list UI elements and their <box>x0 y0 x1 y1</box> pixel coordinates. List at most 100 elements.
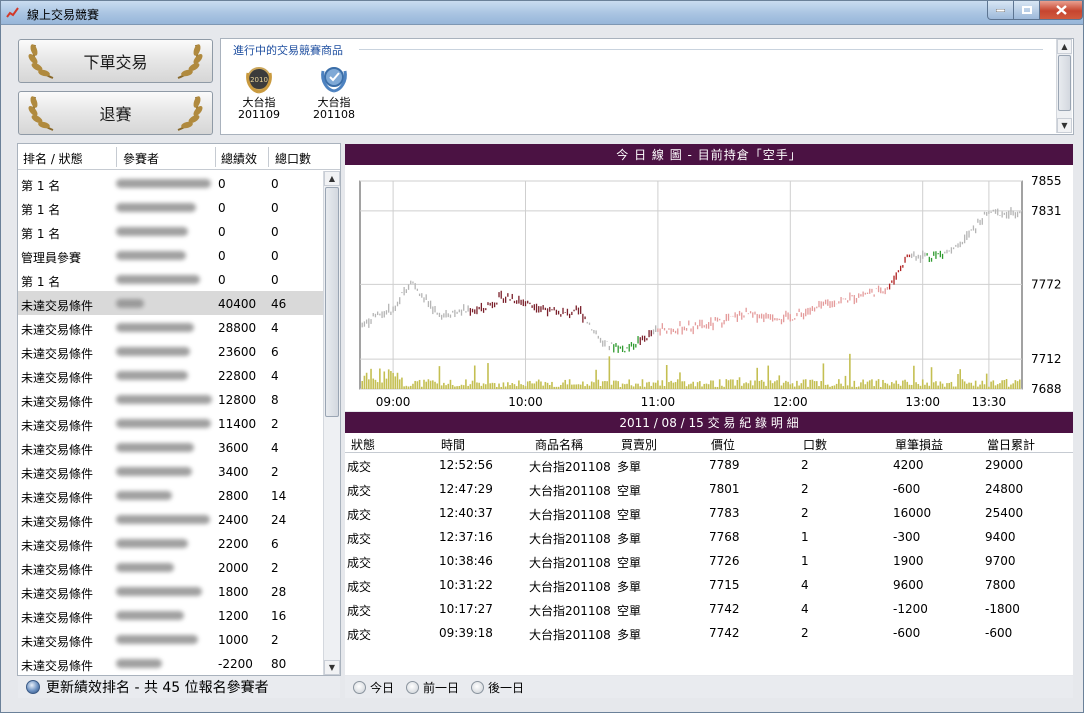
ranking-row[interactable]: 未達交易條件 -2200 80 <box>18 651 323 675</box>
rank-performance: 11400 <box>218 417 257 431</box>
radio-circle-icon <box>406 680 420 694</box>
column-separator[interactable] <box>268 147 269 167</box>
redacted-player-name <box>116 371 188 380</box>
trade-lots: 2 <box>801 482 809 496</box>
quit-contest-button[interactable]: 退賽 <box>18 91 213 135</box>
scroll-thumb[interactable] <box>1058 55 1071 111</box>
trade-cumulative: 29000 <box>985 458 1024 472</box>
header-rank[interactable]: 排名 / 狀態 <box>23 150 83 167</box>
redacted-player-name <box>116 587 202 596</box>
ranking-row[interactable]: 未達交易條件 40400 46 <box>18 291 323 315</box>
rank-lots: 0 <box>271 225 279 239</box>
ranking-scrollbar[interactable]: ▲ ▼ <box>323 171 340 675</box>
redacted-player-name <box>116 395 212 404</box>
product-code: 201108 <box>313 108 355 121</box>
trade-pnl: -600 <box>893 626 921 640</box>
ranking-row[interactable]: 管理員參賽 0 0 <box>18 243 323 267</box>
column-separator[interactable] <box>116 147 117 167</box>
header-lots[interactable]: 口數 <box>803 436 827 453</box>
rank-performance: 12800 <box>218 393 257 407</box>
header-pnl[interactable]: 單筆損益 <box>895 436 943 453</box>
ranking-row[interactable]: 第 1 名 0 0 <box>18 195 323 219</box>
ranking-row[interactable]: 未達交易條件 2000 2 <box>18 555 323 579</box>
trade-row[interactable]: 成交 09:39:18 大台指201108 多單 7742 2 -600 -600 <box>345 621 1073 645</box>
header-player[interactable]: 參賽者 <box>123 150 159 167</box>
trade-row[interactable]: 成交 12:40:37 大台指201108 空單 7783 2 16000 25400 <box>345 501 1073 525</box>
trade-row[interactable]: 成交 10:17:27 大台指201108 空單 7742 4 -1200 -1800 <box>345 597 1073 621</box>
trade-status: 成交 <box>347 580 372 594</box>
trade-pnl: 9600 <box>893 578 924 592</box>
window-title: 線上交易競賽 <box>27 8 100 22</box>
ranking-row[interactable]: 未達交易條件 1800 28 <box>18 579 323 603</box>
scroll-up-arrow[interactable]: ▲ <box>324 171 340 186</box>
ranking-row[interactable]: 第 1 名 0 0 <box>18 171 323 195</box>
rank-performance: 2000 <box>218 561 249 575</box>
redacted-player-name <box>116 563 174 572</box>
ranking-row[interactable]: 未達交易條件 28800 4 <box>18 315 323 339</box>
ranking-row[interactable]: 未達交易條件 11400 2 <box>18 411 323 435</box>
title-bar[interactable]: 線上交易競賽 <box>1 1 1083 25</box>
place-order-label: 下單交易 <box>83 53 148 72</box>
scroll-down-arrow[interactable]: ▼ <box>324 660 340 675</box>
redacted-player-name <box>116 203 196 212</box>
rank-lots: 8 <box>271 393 279 407</box>
trade-row[interactable]: 成交 12:37:16 大台指201108 多單 7768 1 -300 9400 <box>345 525 1073 549</box>
rank-status: 未達交易條件 <box>21 347 94 361</box>
scroll-thumb[interactable] <box>325 187 339 417</box>
rank-performance: 0 <box>218 225 226 239</box>
trade-product: 大台指201108 <box>529 604 611 618</box>
rank-lots: 2 <box>271 465 279 479</box>
header-performance[interactable]: 總績效 <box>221 150 257 167</box>
rank-status: 未達交易條件 <box>21 395 94 409</box>
rank-performance: 0 <box>218 177 226 191</box>
ranking-row[interactable]: 未達交易條件 2800 14 <box>18 483 323 507</box>
radio-prev-day[interactable]: 前一日 <box>406 679 459 696</box>
ranking-row[interactable]: 第 1 名 0 0 <box>18 267 323 291</box>
trade-side: 多單 <box>617 628 642 642</box>
ranking-row[interactable]: 未達交易條件 23600 6 <box>18 339 323 363</box>
header-cumulative[interactable]: 當日累計 <box>987 436 1035 453</box>
column-separator[interactable] <box>215 147 216 167</box>
scroll-down-arrow[interactable]: ▼ <box>1057 118 1072 133</box>
close-button[interactable] <box>1039 1 1083 20</box>
trade-time: 10:17:27 <box>439 602 493 616</box>
trade-row[interactable]: 成交 10:38:46 大台指201108 空單 7726 1 1900 9700 <box>345 549 1073 573</box>
header-lots[interactable]: 總口數 <box>275 150 311 167</box>
rank-lots: 2 <box>271 417 279 431</box>
radio-next-day[interactable]: 後一日 <box>471 679 524 696</box>
place-order-button[interactable]: 下單交易 <box>18 39 213 83</box>
ranking-row[interactable]: 未達交易條件 1000 2 <box>18 627 323 651</box>
header-product[interactable]: 商品名稱 <box>535 436 583 453</box>
minimize-button[interactable] <box>987 1 1014 20</box>
rank-status: 未達交易條件 <box>21 587 94 601</box>
scroll-up-arrow[interactable]: ▲ <box>1057 39 1072 54</box>
trade-row[interactable]: 成交 10:31:22 大台指201108 多單 7715 4 9600 7800 <box>345 573 1073 597</box>
products-scrollbar[interactable]: ▲ ▼ <box>1056 39 1072 133</box>
trade-row[interactable]: 成交 12:47:29 大台指201108 空單 7801 2 -600 24800 <box>345 477 1073 501</box>
radio-today[interactable]: 今日 <box>353 679 394 696</box>
refresh-ranking-bar[interactable]: 更新績效排名 - 共 45 位報名參賽者 <box>18 676 340 698</box>
ranking-row[interactable]: 未達交易條件 1200 16 <box>18 603 323 627</box>
ranking-row[interactable]: 第 1 名 0 0 <box>18 219 323 243</box>
product-item-201109[interactable]: 2010 大台指 201109 <box>235 63 283 121</box>
trade-price: 7768 <box>709 530 740 544</box>
trade-side: 空單 <box>617 556 642 570</box>
header-side[interactable]: 買賣別 <box>621 436 657 453</box>
header-price[interactable]: 價位 <box>711 436 735 453</box>
ranking-row[interactable]: 未達交易條件 2200 6 <box>18 531 323 555</box>
trade-row[interactable]: 成交 12:52:56 大台指201108 多單 7789 2 4200 29000 <box>345 453 1073 477</box>
rank-performance: 22800 <box>218 369 257 383</box>
redacted-player-name <box>116 611 184 620</box>
ranking-row[interactable]: 未達交易條件 22800 4 <box>18 363 323 387</box>
header-time[interactable]: 時間 <box>441 436 465 453</box>
ranking-row[interactable]: 未達交易條件 3400 2 <box>18 459 323 483</box>
ranking-row[interactable]: 未達交易條件 12800 8 <box>18 387 323 411</box>
x-tick-label: 13:30 <box>972 395 1007 409</box>
ranking-row[interactable]: 未達交易條件 3600 4 <box>18 435 323 459</box>
product-item-201108[interactable]: 大台指 201108 <box>310 63 358 121</box>
trade-pnl: 16000 <box>893 506 932 520</box>
ranking-row[interactable]: 未達交易條件 2400 24 <box>18 507 323 531</box>
header-status[interactable]: 狀態 <box>351 436 375 453</box>
maximize-button[interactable] <box>1013 1 1040 20</box>
rank-status: 第 1 名 <box>21 203 61 217</box>
